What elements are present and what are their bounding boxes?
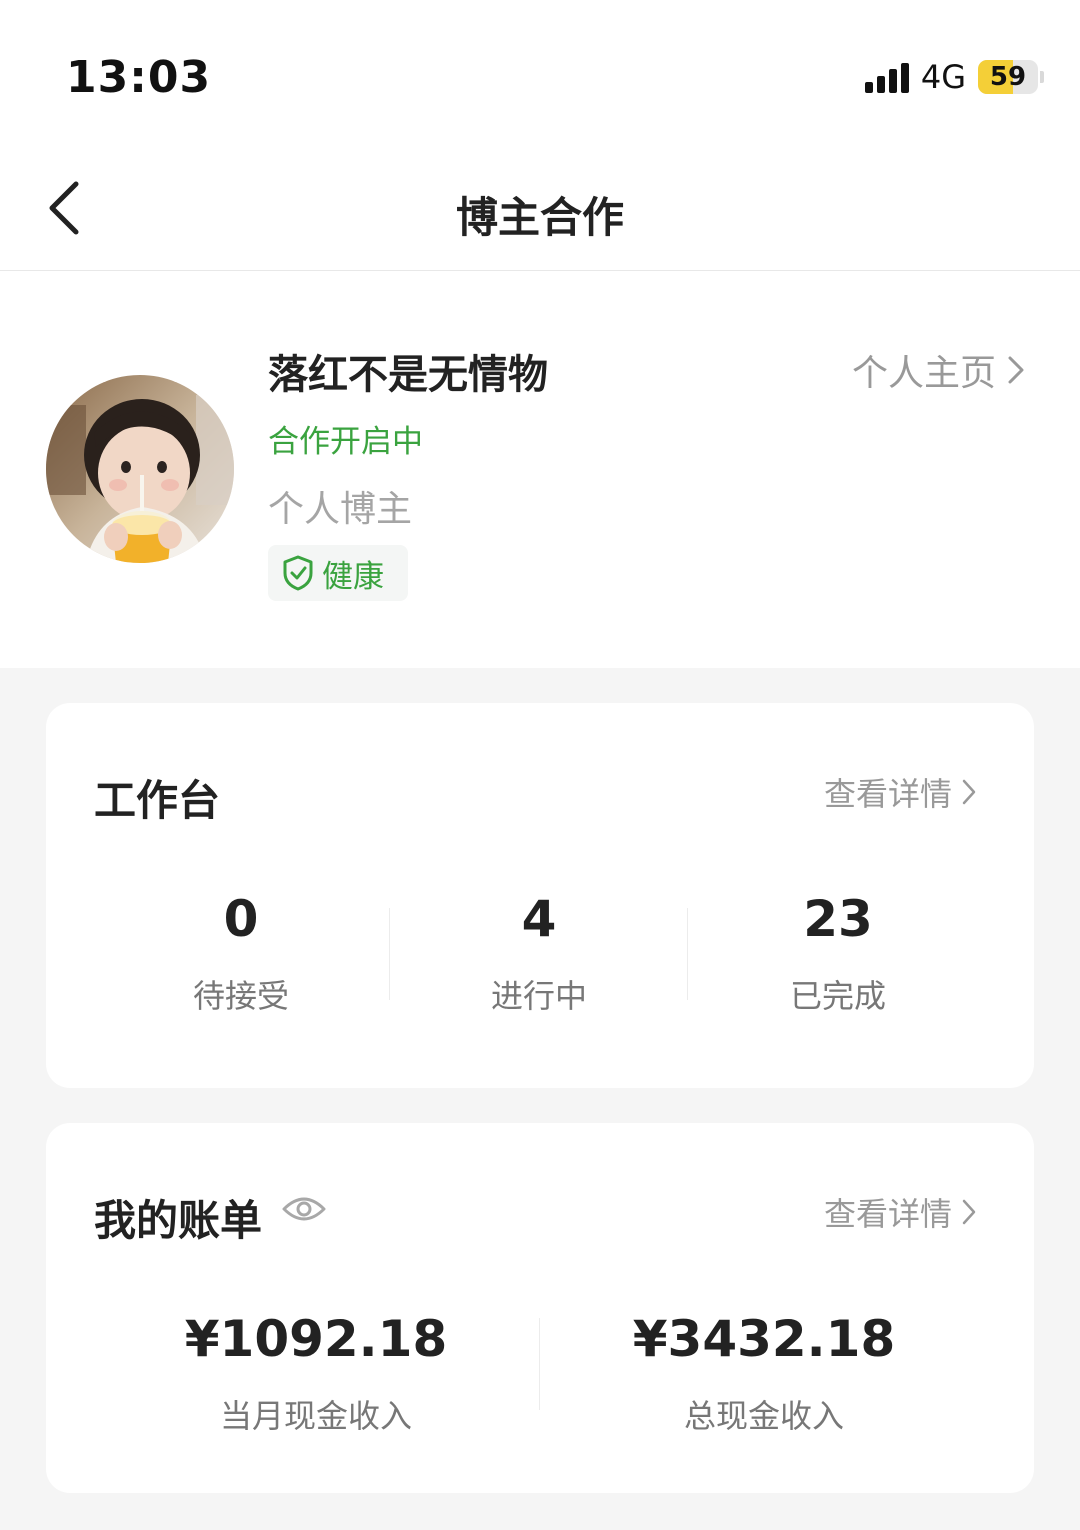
stat-label: 进行中 [490, 977, 587, 1015]
page-title: 博主合作 [455, 193, 624, 242]
health-badge: 健康 [268, 545, 408, 601]
bill-title: 我的账单 [94, 1196, 263, 1245]
workbench-detail-link[interactable]: 查看详情 [824, 769, 978, 815]
cooperation-status: 合作开启中 [268, 424, 423, 460]
chevron-right-icon [962, 1199, 976, 1225]
stat-completed[interactable]: 23 已完成 [693, 889, 983, 1017]
workbench-detail-label: 查看详情 [823, 775, 952, 813]
stat-value: 0 [223, 890, 259, 948]
network-type: 4G [920, 58, 966, 96]
status-indicators: 4G 59 [864, 58, 1044, 96]
stat-value: 23 [803, 890, 873, 948]
stat-divider [389, 908, 390, 1000]
stat-label: 待接受 [192, 977, 289, 1015]
stat-value: 4 [521, 890, 557, 948]
income-value: ¥1092.18 [184, 1310, 448, 1368]
monthly-income[interactable]: ¥1092.18 当月现金收入 [116, 1309, 516, 1437]
total-income[interactable]: ¥3432.18 总现金收入 [564, 1309, 964, 1437]
chevron-right-icon [962, 779, 976, 805]
profile-name: 落红不是无情物 [268, 352, 548, 398]
signal-icon [864, 61, 909, 93]
homepage-link[interactable]: 个人主页 [852, 344, 1026, 396]
health-label: 健康 [322, 558, 384, 595]
bill-card: 我的账单 查看详情 ¥1092.18 当月现金收入 ¥3432.18 总现金收入 [46, 1123, 1034, 1493]
eye-icon[interactable] [282, 1195, 326, 1223]
avatar[interactable] [46, 375, 234, 563]
shield-check-icon [283, 555, 313, 591]
status-time: 13:03 [66, 52, 212, 103]
income-value: ¥3432.18 [632, 1310, 896, 1368]
stat-label: 已完成 [789, 977, 886, 1015]
battery-level: 59 [989, 62, 1027, 92]
account-type: 个人博主 [268, 489, 413, 530]
stat-divider [687, 908, 688, 1000]
income-divider [539, 1318, 540, 1410]
income-label: 当月现金收入 [219, 1397, 412, 1435]
nav-divider [0, 270, 1080, 271]
stat-in-progress[interactable]: 4 进行中 [394, 889, 684, 1017]
homepage-label: 个人主页 [851, 353, 996, 394]
chevron-right-icon [1008, 356, 1024, 384]
workbench-card: 工作台 查看详情 0 待接受 4 进行中 23 已完成 [46, 703, 1034, 1088]
workbench-title: 工作台 [94, 776, 221, 825]
bill-detail-link[interactable]: 查看详情 [824, 1189, 978, 1235]
income-label: 总现金收入 [683, 1397, 844, 1435]
stat-pending[interactable]: 0 待接受 [96, 889, 386, 1017]
bill-detail-label: 查看详情 [823, 1195, 952, 1233]
battery-icon: 59 [978, 60, 1038, 94]
